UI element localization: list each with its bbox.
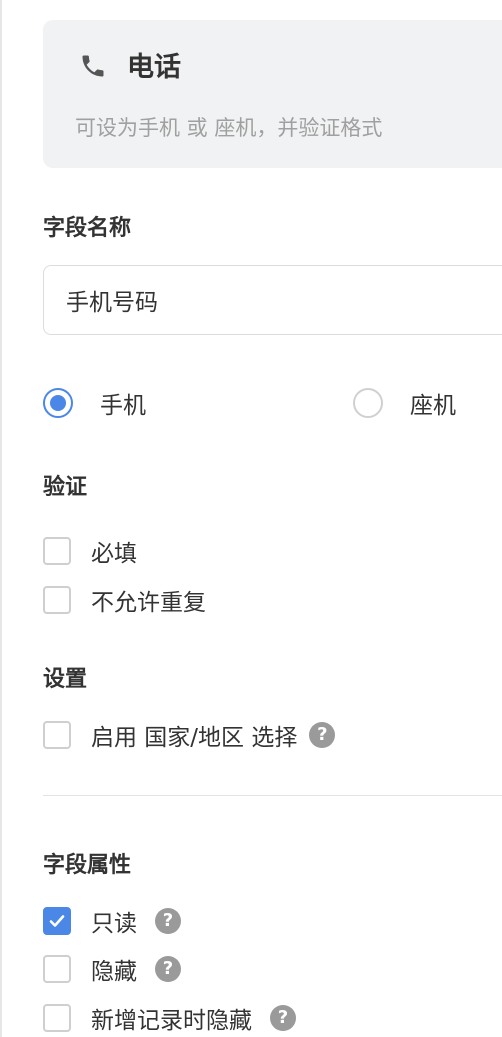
section-divider: [43, 795, 502, 796]
checkbox-required-box[interactable]: [43, 537, 71, 565]
field-type-title: 电话: [127, 52, 181, 83]
checkbox-readonly-label: 只读: [91, 911, 137, 937]
checkbox-hide-on-create-box[interactable]: [43, 1004, 71, 1032]
checkbox-enable-country-label: 启用 国家/地区 选择: [91, 725, 298, 751]
checkbox-hidden[interactable]: 隐藏 ?: [43, 952, 181, 986]
help-icon[interactable]: ?: [309, 722, 336, 748]
checkmark-icon: [49, 915, 65, 927]
help-icon[interactable]: ?: [270, 1005, 296, 1031]
checkbox-hidden-label: 隐藏: [91, 959, 137, 985]
settings-section-title: 设置: [43, 667, 88, 692]
panel-left-border: [0, 0, 2, 1037]
help-icon[interactable]: ?: [155, 956, 181, 982]
checkbox-no-duplicate[interactable]: 不允许重复: [43, 583, 206, 617]
checkbox-hide-on-create[interactable]: 新增记录时隐藏 ?: [43, 1001, 296, 1035]
checkbox-no-duplicate-label: 不允许重复: [91, 590, 206, 616]
checkbox-readonly-box[interactable]: [43, 907, 71, 935]
checkbox-hide-on-create-label: 新增记录时隐藏: [91, 1008, 252, 1034]
radio-landline-label: 座机: [410, 393, 456, 419]
field-name-input[interactable]: [43, 265, 502, 335]
radio-landline-button[interactable]: [353, 388, 383, 418]
checkbox-hidden-box[interactable]: [43, 955, 71, 983]
field-type-description: 可设为手机 或 座机，并验证格式: [75, 116, 383, 140]
radio-landline[interactable]: 座机: [353, 386, 456, 420]
field-attributes-section-title: 字段属性: [43, 853, 132, 878]
checkbox-required-label: 必填: [91, 541, 137, 567]
checkbox-required[interactable]: 必填: [43, 534, 137, 568]
checkbox-enable-country[interactable]: 启用 国家/地区 选择 ?: [43, 718, 336, 752]
field-name-label: 字段名称: [43, 216, 132, 241]
checkbox-readonly[interactable]: 只读 ?: [43, 904, 181, 938]
validation-section-title: 验证: [43, 475, 88, 500]
radio-mobile-button[interactable]: [43, 388, 73, 418]
checkbox-no-duplicate-box[interactable]: [43, 586, 71, 614]
radio-mobile-label: 手机: [100, 393, 146, 419]
phone-icon: [82, 55, 104, 77]
help-icon[interactable]: ?: [155, 908, 181, 934]
radio-mobile[interactable]: 手机: [43, 386, 146, 420]
checkbox-enable-country-box[interactable]: [43, 721, 71, 749]
field-type-card: 电话 可设为手机 或 座机，并验证格式: [43, 20, 502, 168]
